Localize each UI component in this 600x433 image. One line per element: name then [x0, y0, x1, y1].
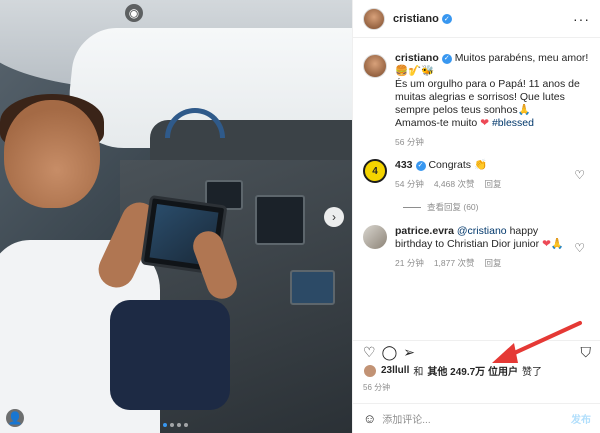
- camera-icon: ◉: [125, 4, 143, 22]
- comment-item: 4 433 ✓ Congrats 👏 54 分钟 4,468 次赞 回复 ♡: [363, 159, 591, 191]
- likes-summary: 23llull 和 其他 249.7万 位用户 赞了: [363, 363, 542, 378]
- carousel-dots: [163, 423, 188, 427]
- verified-icon: ✓: [415, 160, 426, 171]
- comment-username[interactable]: patrice.evra: [395, 225, 454, 237]
- boy-shorts: [110, 300, 230, 410]
- liker-username[interactable]: 23llull: [381, 365, 409, 376]
- user-tag-icon[interactable]: 👤: [6, 409, 24, 427]
- action-bar: ♡ ◯ ➢ ⛉: [353, 340, 600, 364]
- post-sidebar: cristiano ✓ ··· cristiano ✓ Muitos parabé…: [352, 0, 600, 433]
- verified-icon: ✓: [441, 53, 452, 64]
- hashtag-link[interactable]: #blessed: [492, 117, 534, 129]
- bookmark-icon[interactable]: ⛉: [581, 344, 592, 361]
- comment-time: 21 分钟: [395, 258, 424, 268]
- comment-likes[interactable]: 4,468 次赞: [434, 178, 475, 191]
- post-time: 56 分钟: [363, 383, 391, 392]
- instrument-screen: [290, 270, 335, 305]
- emoji-icons: 🍔🎷🐝: [395, 65, 435, 77]
- mention-link[interactable]: @cristiano: [457, 225, 507, 237]
- pray-icon: 🙏: [517, 104, 531, 116]
- comment-item: patrice.evra @cristiano happy birthday t…: [363, 225, 591, 270]
- reply-button[interactable]: 回复: [484, 178, 501, 191]
- carousel-dot: [184, 423, 188, 427]
- carousel-dot: [170, 423, 174, 427]
- comment-likes[interactable]: 1,877 次赞: [434, 257, 475, 270]
- caption-text-1: Muitos parabéns, meu amor!: [454, 52, 589, 64]
- comment-time: 54 分钟: [395, 179, 424, 189]
- pray-icon: 🙏: [550, 238, 564, 250]
- reply-button[interactable]: 回复: [484, 257, 501, 270]
- add-comment-bar: ☺ 添加评论... 发布: [353, 403, 600, 433]
- like-comment-icon[interactable]: ♡: [574, 241, 585, 255]
- comment-username[interactable]: 433: [395, 159, 413, 171]
- caption: cristiano ✓ Muitos parabéns, meu amor! 🍔🎷…: [363, 52, 591, 149]
- view-replies-label[interactable]: 查看回复 (60): [427, 201, 478, 213]
- post-button[interactable]: 发布: [571, 411, 591, 426]
- avatar[interactable]: [363, 7, 385, 30]
- comment-text: Congrats: [428, 159, 472, 171]
- avatar[interactable]: [363, 54, 387, 78]
- caption-time: 56 分钟: [395, 137, 424, 147]
- comment-input[interactable]: 添加评论...: [382, 411, 430, 426]
- caption-text-2: És um orgulho para o Papá! 11 anos de mu…: [395, 78, 580, 116]
- post-header: cristiano ✓ ···: [353, 0, 600, 38]
- caption-text-3: Amamos-te muito: [395, 117, 478, 129]
- likes-and: 和: [413, 367, 424, 378]
- like-comment-icon[interactable]: ♡: [574, 168, 585, 182]
- instrument-screen: [255, 195, 305, 245]
- boy-face: [4, 100, 100, 208]
- likes-liked: 赞了: [521, 367, 542, 378]
- divider: [403, 206, 421, 208]
- heart-icon: ❤: [480, 117, 490, 129]
- avatar: [363, 363, 377, 378]
- next-photo-button[interactable]: ›: [324, 207, 344, 227]
- like-icon[interactable]: ♡: [363, 344, 376, 361]
- carousel-dot: [177, 423, 181, 427]
- likes-others[interactable]: 其他 249.7万 位用户: [427, 363, 518, 378]
- verified-icon: ✓: [441, 13, 452, 24]
- comments-list: cristiano ✓ Muitos parabéns, meu amor! 🍔🎷…: [353, 52, 600, 280]
- caption-username[interactable]: cristiano: [395, 52, 439, 64]
- emoji-icon[interactable]: ☺: [363, 411, 376, 426]
- share-icon[interactable]: ➢: [403, 344, 415, 361]
- post-username[interactable]: cristiano: [393, 13, 439, 25]
- post-photo[interactable]: ◉ 👤 ›: [0, 0, 352, 433]
- heart-icon: ❤: [542, 238, 551, 250]
- emoji-icon: 👏: [473, 159, 488, 171]
- avatar[interactable]: 4: [363, 159, 387, 183]
- avatar[interactable]: [363, 225, 387, 249]
- view-replies[interactable]: 查看回复 (60): [403, 201, 591, 213]
- more-options-icon[interactable]: ···: [573, 11, 590, 27]
- comment-icon[interactable]: ◯: [382, 344, 398, 361]
- carousel-dot: [163, 423, 167, 427]
